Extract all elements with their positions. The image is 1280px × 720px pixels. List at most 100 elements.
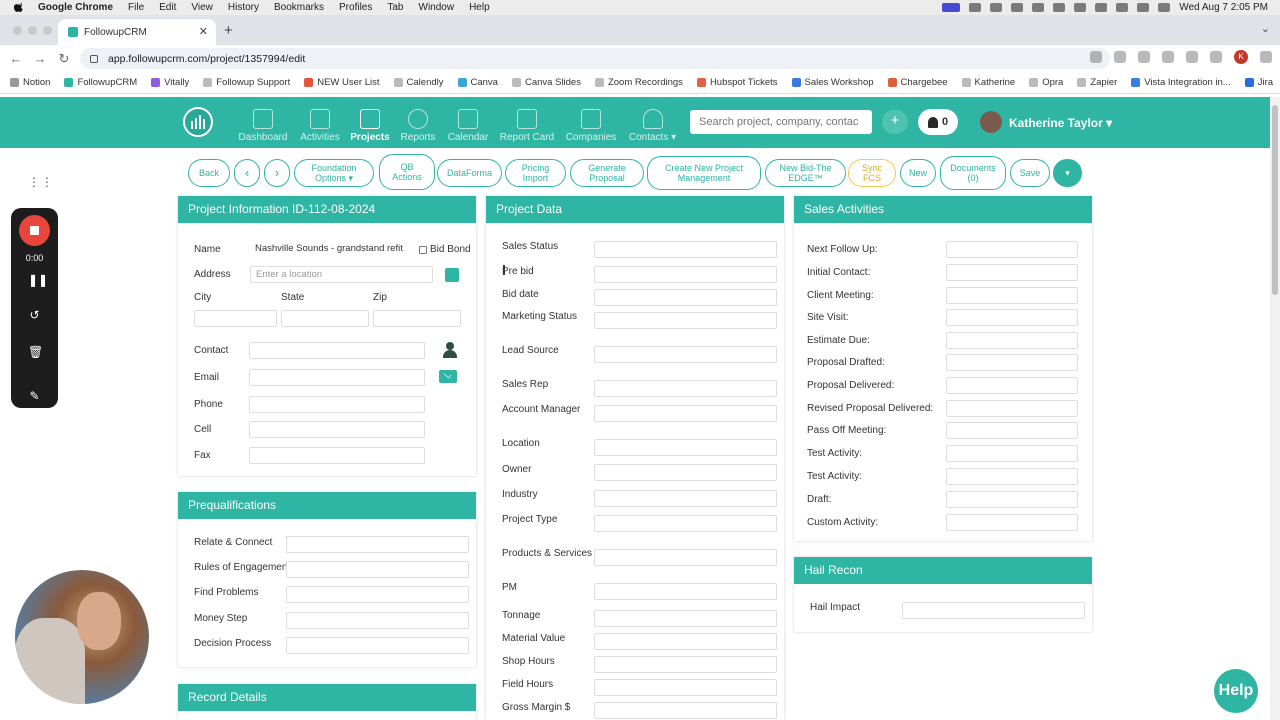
shop-hours-input[interactable] <box>594 656 777 673</box>
bid-date-input[interactable] <box>594 289 777 306</box>
bookmark-item[interactable]: Chargebee <box>887 77 948 88</box>
followup-logo[interactable] <box>183 107 213 137</box>
bookmark-item[interactable]: Hubspot Tickets <box>696 77 778 88</box>
spotlight-icon[interactable] <box>1137 3 1150 12</box>
apps-grid-icon[interactable]: ⋮⋮ <box>28 175 54 189</box>
menu-app-name[interactable]: Google Chrome <box>38 2 113 13</box>
prequal-input[interactable] <box>286 637 469 654</box>
contact-input[interactable] <box>249 342 425 359</box>
bookmark-item[interactable]: Vitally <box>151 77 189 88</box>
trash-icon[interactable]: 🗑 <box>28 346 43 359</box>
help-button[interactable]: Help <box>1214 669 1258 713</box>
quick-add-button[interactable]: + <box>882 110 908 134</box>
extensions-puzzle-icon[interactable] <box>1186 51 1198 63</box>
activity-date-input[interactable] <box>946 491 1078 508</box>
menu-help[interactable]: Help <box>469 2 490 13</box>
bookmark-item[interactable]: Canva Slides <box>511 77 581 88</box>
address-bar[interactable]: app.followupcrm.com/project/1357994/edit <box>80 48 1110 69</box>
site-info-icon[interactable] <box>90 54 98 63</box>
nav-report-card[interactable]: Report Card <box>498 109 556 143</box>
sales-rep-select[interactable] <box>594 380 777 397</box>
activity-date-input[interactable] <box>946 468 1078 485</box>
products-services-select[interactable] <box>594 549 777 566</box>
generate-proposal-button[interactable]: Generate Proposal <box>570 159 644 187</box>
bookmark-item[interactable]: Zapier <box>1077 77 1117 88</box>
bookmark-item[interactable]: Opra <box>1029 77 1063 88</box>
pre-bid-input[interactable] <box>594 266 777 283</box>
nav-contacts[interactable]: Contacts ▾ <box>625 109 680 143</box>
window-zoom-button[interactable] <box>43 26 52 35</box>
volume-icon[interactable] <box>1032 3 1045 12</box>
menu-edit[interactable]: Edit <box>159 2 176 13</box>
foundation-options-button[interactable]: Foundation Options ▾ <box>294 159 374 187</box>
bookmark-item[interactable]: Sales Workshop <box>791 77 874 88</box>
stop-recording-button[interactable] <box>19 215 50 246</box>
menubar-clock[interactable]: Wed Aug 7 2:05 PM <box>1179 2 1268 13</box>
restart-icon[interactable]: ↺ <box>28 309 41 322</box>
wifi-icon[interactable] <box>1116 3 1129 12</box>
bookmark-item[interactable]: Zoom Recordings <box>594 77 683 88</box>
bookmark-item[interactable]: NEW User List <box>304 77 380 88</box>
menu-window[interactable]: Window <box>419 2 455 13</box>
scrollbar-thumb[interactable] <box>1272 105 1278 295</box>
webcam-bubble[interactable] <box>15 570 149 704</box>
menu-profiles[interactable]: Profiles <box>339 2 372 13</box>
cell-input[interactable] <box>249 421 425 438</box>
map-icon[interactable] <box>445 268 459 282</box>
window-close-button[interactable] <box>13 26 22 35</box>
bid-bond-checkbox[interactable] <box>419 246 427 254</box>
user-menu[interactable]: Katherine Taylor ▾ <box>1009 116 1112 130</box>
activity-date-input[interactable] <box>946 445 1078 462</box>
nav-reports[interactable]: Reports <box>398 109 438 143</box>
email-input[interactable] <box>249 369 425 386</box>
bookmark-item[interactable]: FollowupCRM <box>64 77 137 88</box>
bookmark-item[interactable]: Calendly <box>393 77 444 88</box>
gross-margin-input[interactable] <box>594 702 777 719</box>
save-button[interactable]: Save <box>1010 159 1050 187</box>
pause-icon[interactable]: ❚❚ <box>28 274 48 287</box>
apple-icon[interactable] <box>12 2 26 13</box>
back-arrow-icon[interactable]: ← <box>4 51 28 66</box>
chrome-menu-icon[interactable] <box>1260 51 1272 63</box>
activity-date-input[interactable] <box>946 332 1078 349</box>
activity-date-input[interactable] <box>946 400 1078 417</box>
contact-person-icon[interactable] <box>443 342 457 358</box>
back-button[interactable]: Back <box>188 159 230 187</box>
control-center-icon[interactable] <box>1158 3 1171 12</box>
status-icon[interactable] <box>1011 3 1024 12</box>
bookmark-item[interactable]: Vista Integration in... <box>1131 77 1231 88</box>
dataforma-button[interactable]: DataForma <box>437 159 502 187</box>
forward-arrow-icon[interactable]: → <box>28 51 52 66</box>
address-input[interactable]: Enter a location <box>250 266 433 283</box>
lead-source-select[interactable] <box>594 346 777 363</box>
page-scrollbar[interactable] <box>1270 97 1280 720</box>
fax-input[interactable] <box>249 447 425 464</box>
project-name-input[interactable]: Nashville Sounds - grandstand refit <box>250 241 410 258</box>
field-hours-input[interactable] <box>594 679 777 696</box>
status-icon[interactable] <box>969 3 982 12</box>
activity-date-input[interactable] <box>946 514 1078 531</box>
nav-companies[interactable]: Companies <box>564 109 618 143</box>
bookmark-star-icon[interactable] <box>1114 51 1126 63</box>
install-app-icon[interactable] <box>1090 51 1102 63</box>
activity-date-input[interactable] <box>946 422 1078 439</box>
activity-date-input[interactable] <box>946 377 1078 394</box>
prequal-input[interactable] <box>286 586 469 603</box>
material-value-input[interactable] <box>594 633 777 650</box>
browser-tab[interactable]: FollowupCRM ✕ <box>58 19 216 45</box>
prequal-input[interactable] <box>286 612 469 629</box>
documents-button[interactable]: Documents (0) <box>940 156 1006 190</box>
status-icon[interactable] <box>990 3 1003 12</box>
screen-record-icon[interactable] <box>942 3 961 12</box>
nav-activities[interactable]: Activities <box>297 109 343 143</box>
prequal-input[interactable] <box>286 561 469 578</box>
nav-dashboard[interactable]: Dashboard <box>238 109 288 143</box>
email-envelope-icon[interactable] <box>439 370 457 383</box>
owner-select[interactable] <box>594 464 777 481</box>
user-avatar[interactable] <box>980 111 1002 133</box>
global-search-input[interactable] <box>690 110 872 134</box>
profile-avatar[interactable]: K <box>1234 50 1248 64</box>
bookmark-item[interactable]: Canva <box>457 77 498 88</box>
draw-pencil-icon[interactable]: ✎ <box>28 390 41 403</box>
tonnage-input[interactable] <box>594 610 777 627</box>
